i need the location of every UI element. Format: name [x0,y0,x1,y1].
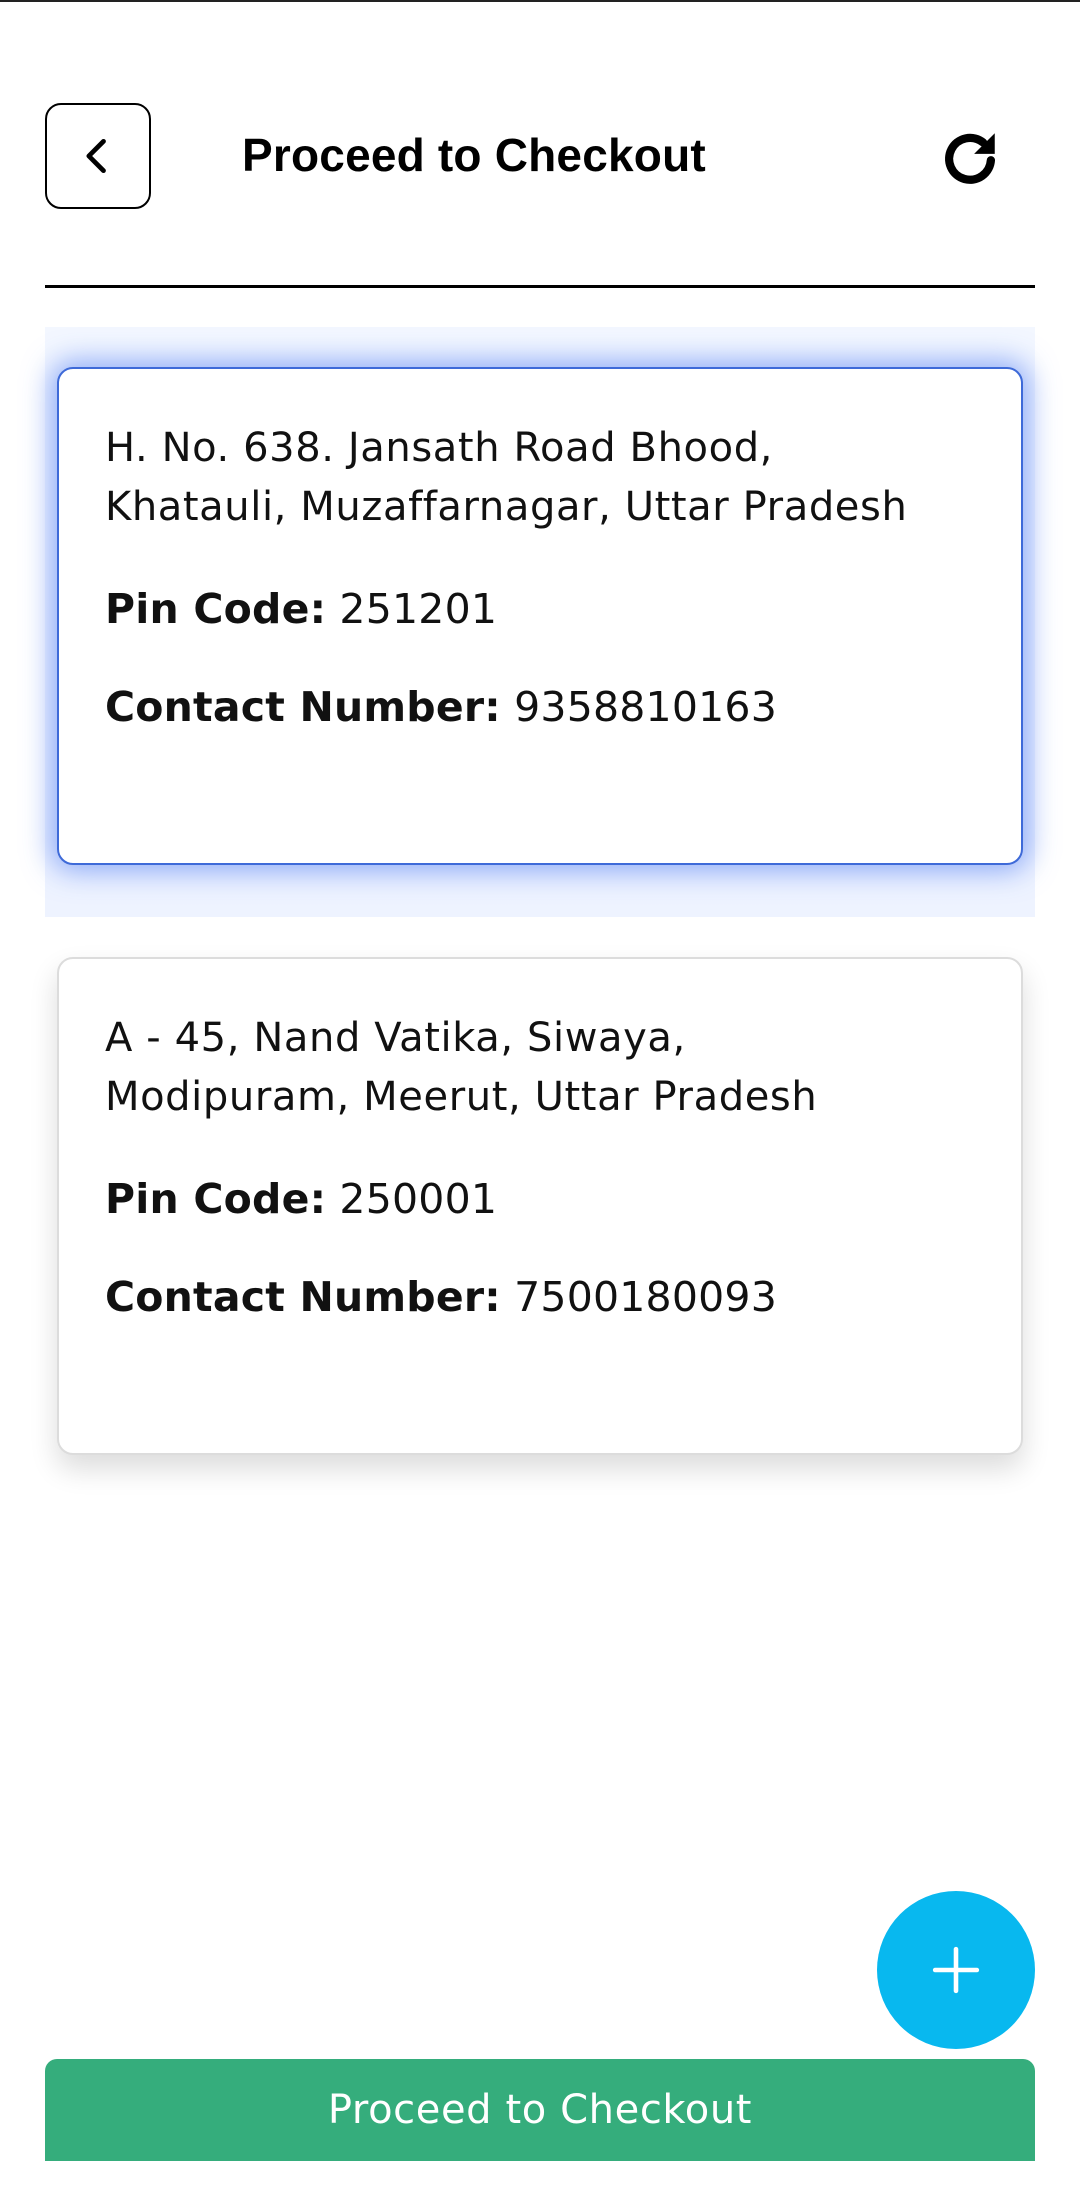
add-address-button[interactable] [877,1891,1035,2049]
plus-icon [932,1946,980,1994]
address-card-container: A - 45, Nand Vatika, Siwaya, Modipuram, … [45,917,1035,1507]
pin-code-label: Pin Code: [105,585,327,633]
contact-number-label: Contact Number: [105,683,501,731]
header-divider [45,285,1035,288]
address-line-1: H. No. 638. Jansath Road Bhood, [105,425,773,471]
pin-code-label: Pin Code: [105,1175,327,1223]
back-button[interactable] [45,103,151,209]
contact-number-value: 9358810163 [514,683,777,731]
address-line-2: Modipuram, Meerut, Uttar Pradesh [105,1074,818,1120]
address-line-1: A - 45, Nand Vatika, Siwaya, [105,1015,686,1061]
proceed-to-checkout-button[interactable]: Proceed to Checkout [45,2059,1035,2161]
address-card[interactable]: A - 45, Nand Vatika, Siwaya, Modipuram, … [57,957,1023,1455]
address-line-2: Khatauli, Muzaffarnagar, Uttar Pradesh [105,484,908,530]
refresh-icon [945,133,996,184]
pin-code-row: Pin Code: 250001 [105,1175,975,1223]
contact-number-row: Contact Number: 7500180093 [105,1273,975,1321]
refresh-button[interactable] [934,122,1006,194]
contact-number-row: Contact Number: 9358810163 [105,683,975,731]
contact-number-label: Contact Number: [105,1273,501,1321]
address-card-container: H. No. 638. Jansath Road Bhood, Khatauli… [45,327,1035,917]
pin-code-value: 251201 [339,585,498,633]
address-card-selected[interactable]: H. No. 638. Jansath Road Bhood, Khatauli… [57,367,1023,865]
address-text: H. No. 638. Jansath Road Bhood, Khatauli… [105,419,975,537]
address-text: A - 45, Nand Vatika, Siwaya, Modipuram, … [105,1009,975,1127]
pin-code-row: Pin Code: 251201 [105,585,975,633]
chevron-left-icon [86,138,106,174]
page-title: Proceed to Checkout [242,129,706,181]
contact-number-value: 7500180093 [514,1273,777,1321]
pin-code-value: 250001 [339,1175,498,1223]
app-header: Proceed to Checkout [0,0,1080,290]
